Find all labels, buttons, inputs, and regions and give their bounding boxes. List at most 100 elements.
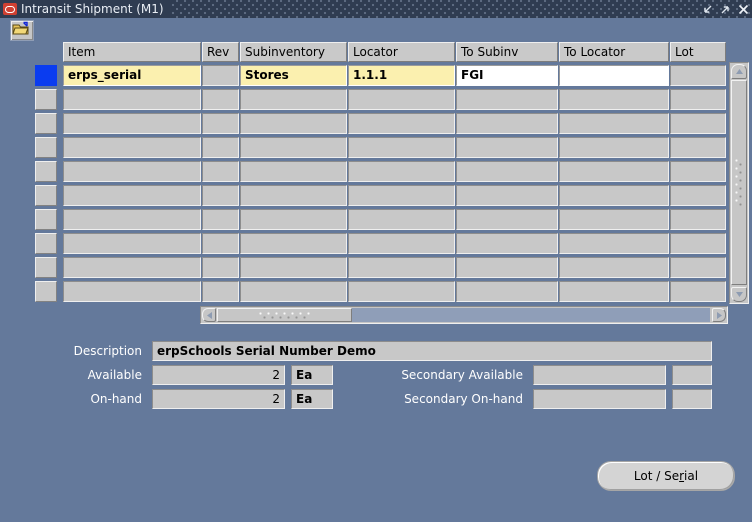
table-row[interactable] bbox=[35, 256, 735, 280]
cell-subinv[interactable] bbox=[240, 137, 347, 158]
available-uom-field[interactable]: Ea bbox=[291, 365, 333, 385]
cell-lot[interactable] bbox=[670, 233, 726, 254]
onhand-uom-field[interactable]: Ea bbox=[291, 389, 333, 409]
cell-item[interactable]: erps_serial bbox=[63, 65, 201, 86]
row-selector[interactable] bbox=[35, 161, 57, 182]
cell-rev[interactable] bbox=[202, 257, 239, 278]
cell-to_locator[interactable] bbox=[559, 281, 669, 302]
cell-to_locator[interactable] bbox=[559, 89, 669, 110]
cell-lot[interactable] bbox=[670, 161, 726, 182]
cell-lot[interactable] bbox=[670, 209, 726, 230]
secondary-onhand-field[interactable] bbox=[533, 389, 666, 409]
row-selector[interactable] bbox=[35, 209, 57, 230]
cell-item[interactable] bbox=[63, 257, 201, 278]
cell-locator[interactable] bbox=[348, 233, 455, 254]
scroll-left-icon[interactable] bbox=[202, 308, 216, 322]
cell-locator[interactable] bbox=[348, 209, 455, 230]
row-selector[interactable] bbox=[35, 137, 57, 158]
cell-rev[interactable] bbox=[202, 281, 239, 302]
table-row[interactable] bbox=[35, 88, 735, 112]
table-row[interactable] bbox=[35, 208, 735, 232]
cell-to_locator[interactable] bbox=[559, 113, 669, 134]
maximize-icon[interactable] bbox=[719, 3, 732, 16]
hscroll-track[interactable] bbox=[352, 308, 710, 322]
table-row[interactable] bbox=[35, 232, 735, 256]
row-selector[interactable] bbox=[35, 89, 57, 110]
cell-lot[interactable] bbox=[670, 185, 726, 206]
cell-subinv[interactable] bbox=[240, 257, 347, 278]
column-header-rev[interactable]: Rev bbox=[202, 42, 239, 62]
onhand-field[interactable]: 2 bbox=[152, 389, 285, 409]
cell-rev[interactable] bbox=[202, 209, 239, 230]
cell-item[interactable] bbox=[63, 161, 201, 182]
cell-rev[interactable] bbox=[202, 185, 239, 206]
cell-to_subinv[interactable] bbox=[456, 113, 558, 134]
available-field[interactable]: 2 bbox=[152, 365, 285, 385]
cell-to_locator[interactable] bbox=[559, 257, 669, 278]
cell-subinv[interactable] bbox=[240, 185, 347, 206]
cell-locator[interactable] bbox=[348, 257, 455, 278]
cell-item[interactable] bbox=[63, 281, 201, 302]
column-header-item[interactable]: Item bbox=[63, 42, 201, 62]
cell-item[interactable] bbox=[63, 137, 201, 158]
cell-to_subinv[interactable] bbox=[456, 257, 558, 278]
cell-to_subinv[interactable] bbox=[456, 281, 558, 302]
cell-subinv[interactable] bbox=[240, 281, 347, 302]
cell-rev[interactable] bbox=[202, 65, 239, 86]
cell-rev[interactable] bbox=[202, 161, 239, 182]
cell-lot[interactable] bbox=[670, 257, 726, 278]
column-header-subinv[interactable]: Subinventory bbox=[240, 42, 347, 62]
table-row[interactable] bbox=[35, 112, 735, 136]
cell-locator[interactable] bbox=[348, 89, 455, 110]
column-header-locator[interactable]: Locator bbox=[348, 42, 455, 62]
cell-locator[interactable] bbox=[348, 185, 455, 206]
cell-subinv[interactable] bbox=[240, 89, 347, 110]
vertical-scroll-thumb[interactable] bbox=[731, 80, 747, 285]
secondary-available-field[interactable] bbox=[533, 365, 666, 385]
cell-rev[interactable] bbox=[202, 137, 239, 158]
column-header-to_subinv[interactable]: To Subinv bbox=[456, 42, 558, 62]
cell-subinv[interactable] bbox=[240, 209, 347, 230]
cell-lot[interactable] bbox=[670, 89, 726, 110]
cell-rev[interactable] bbox=[202, 233, 239, 254]
column-header-to_locator[interactable]: To Locator bbox=[559, 42, 669, 62]
row-selector[interactable] bbox=[35, 257, 57, 278]
scroll-right-icon[interactable] bbox=[712, 308, 726, 322]
cell-locator[interactable]: 1.1.1 bbox=[348, 65, 455, 86]
grid-horizontal-scrollbar[interactable] bbox=[200, 306, 728, 324]
cell-subinv[interactable] bbox=[240, 233, 347, 254]
cell-locator[interactable] bbox=[348, 281, 455, 302]
grid-vertical-scrollbar[interactable] bbox=[729, 62, 749, 304]
cell-to_subinv[interactable] bbox=[456, 233, 558, 254]
scroll-down-icon[interactable] bbox=[731, 287, 747, 302]
table-row[interactable]: erps_serial Stores 1.1.1 FGI bbox=[35, 64, 735, 88]
cell-to_subinv[interactable] bbox=[456, 185, 558, 206]
open-folder-icon[interactable] bbox=[10, 20, 34, 41]
scroll-up-icon[interactable] bbox=[731, 64, 747, 79]
row-selector[interactable] bbox=[35, 65, 57, 86]
cell-lot[interactable] bbox=[670, 65, 726, 86]
cell-to_locator[interactable] bbox=[559, 233, 669, 254]
cell-item[interactable] bbox=[63, 209, 201, 230]
row-selector[interactable] bbox=[35, 233, 57, 254]
row-selector[interactable] bbox=[35, 113, 57, 134]
table-row[interactable] bbox=[35, 160, 735, 184]
cell-locator[interactable] bbox=[348, 161, 455, 182]
cell-item[interactable] bbox=[63, 113, 201, 134]
cell-to_locator[interactable] bbox=[559, 209, 669, 230]
secondary-available-uom-field[interactable] bbox=[672, 365, 712, 385]
minimize-icon[interactable] bbox=[701, 3, 714, 16]
cell-to_subinv[interactable]: FGI bbox=[456, 65, 558, 86]
cell-subinv[interactable] bbox=[240, 161, 347, 182]
cell-to_locator[interactable] bbox=[559, 137, 669, 158]
cell-lot[interactable] bbox=[670, 281, 726, 302]
table-row[interactable] bbox=[35, 184, 735, 208]
cell-subinv[interactable] bbox=[240, 113, 347, 134]
table-row[interactable] bbox=[35, 136, 735, 160]
cell-lot[interactable] bbox=[670, 137, 726, 158]
cell-to_locator[interactable] bbox=[559, 65, 669, 86]
cell-rev[interactable] bbox=[202, 113, 239, 134]
cell-rev[interactable] bbox=[202, 89, 239, 110]
cell-to_subinv[interactable] bbox=[456, 137, 558, 158]
cell-item[interactable] bbox=[63, 89, 201, 110]
